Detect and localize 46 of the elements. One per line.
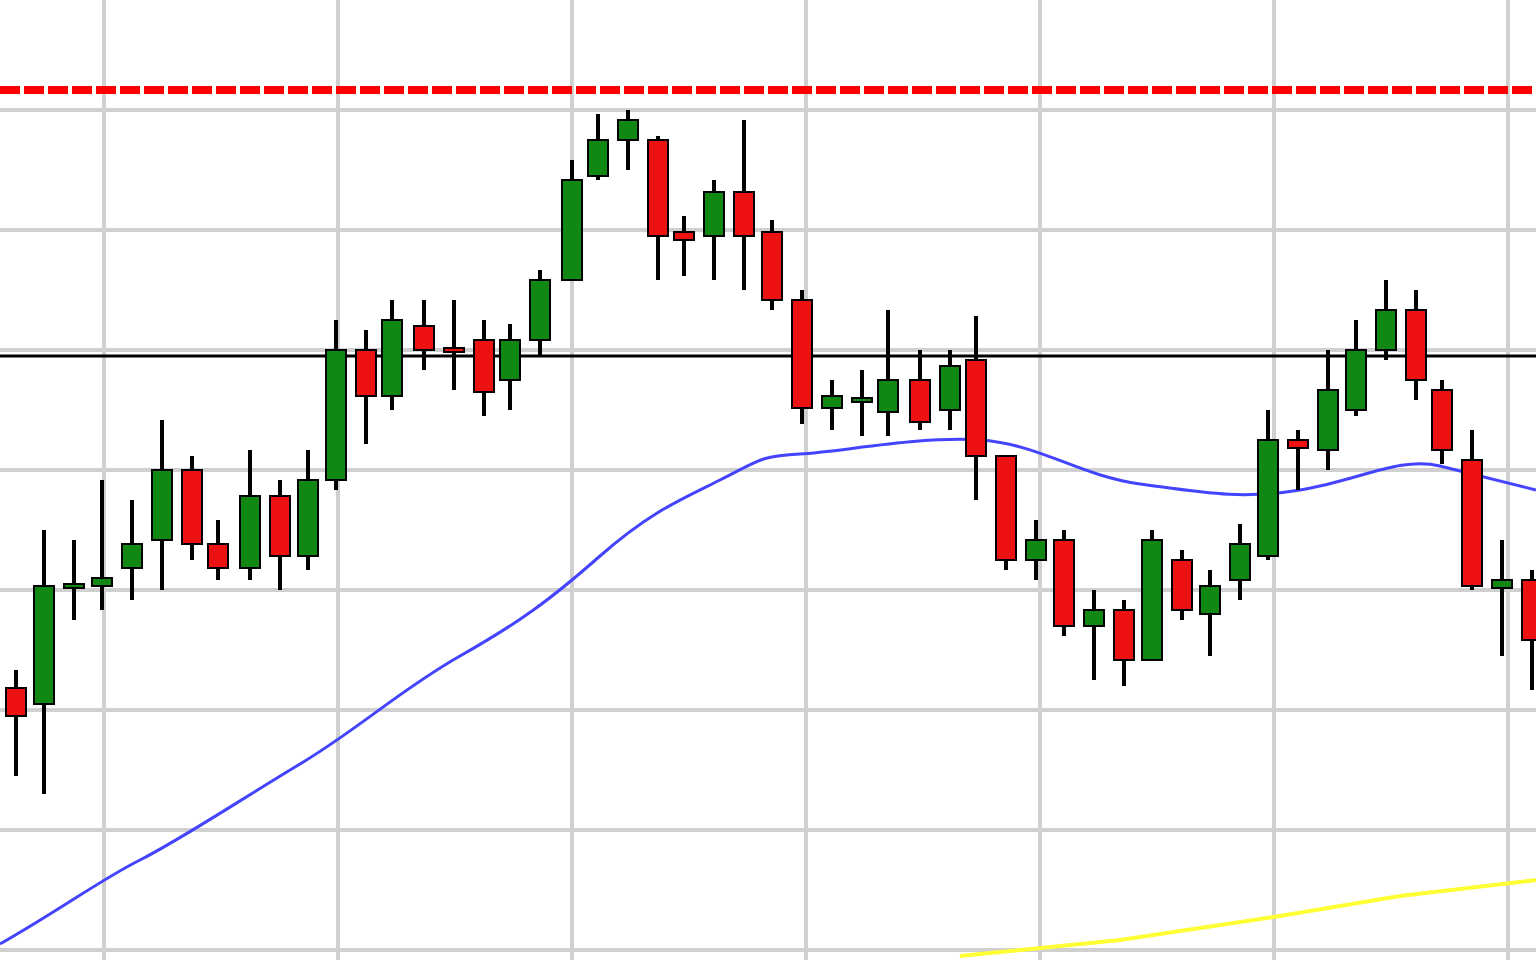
candlestick bbox=[1171, 550, 1193, 620]
candlestick bbox=[851, 370, 873, 436]
candlestick bbox=[617, 110, 639, 170]
candlestick bbox=[561, 160, 583, 281]
candlestick bbox=[1141, 530, 1163, 661]
candlestick bbox=[939, 350, 961, 430]
candlestick bbox=[587, 114, 609, 180]
candlestick bbox=[821, 380, 843, 430]
candlestick bbox=[1375, 280, 1397, 360]
candlestick bbox=[673, 216, 695, 276]
candlestick bbox=[791, 290, 813, 424]
candlestick bbox=[239, 450, 261, 580]
candlestick bbox=[703, 180, 725, 280]
candlestick bbox=[5, 670, 27, 776]
candlestick bbox=[121, 500, 143, 600]
candlestick bbox=[1199, 570, 1221, 656]
candlestick bbox=[761, 220, 783, 310]
candlestick bbox=[1083, 590, 1105, 680]
candlestick bbox=[909, 350, 931, 430]
candlestick bbox=[381, 300, 403, 410]
candlestick bbox=[647, 136, 669, 280]
candlestick bbox=[443, 300, 465, 390]
candlestick bbox=[63, 540, 85, 620]
candlestick bbox=[1053, 530, 1075, 636]
candlestick bbox=[1345, 320, 1367, 416]
candlestick bbox=[207, 520, 229, 580]
candlestick bbox=[877, 310, 899, 436]
candlestick bbox=[1431, 380, 1453, 464]
candlestick bbox=[1113, 600, 1135, 686]
candlestick bbox=[1491, 540, 1513, 656]
candlestick bbox=[529, 270, 551, 356]
candlestick bbox=[1287, 430, 1309, 490]
candlestick bbox=[91, 480, 113, 610]
candlestick bbox=[355, 330, 377, 444]
candlestick bbox=[297, 450, 319, 570]
candlestick bbox=[1229, 524, 1251, 600]
candlestick bbox=[499, 324, 521, 410]
candlestick bbox=[1317, 350, 1339, 470]
candlestick bbox=[269, 480, 291, 590]
candlestick bbox=[1521, 570, 1536, 690]
candlestick bbox=[473, 320, 495, 416]
candlestick bbox=[1025, 520, 1047, 580]
candlestick bbox=[1405, 290, 1427, 400]
candlestick bbox=[413, 300, 435, 370]
candlestick bbox=[181, 456, 203, 560]
candlestick bbox=[995, 455, 1017, 570]
